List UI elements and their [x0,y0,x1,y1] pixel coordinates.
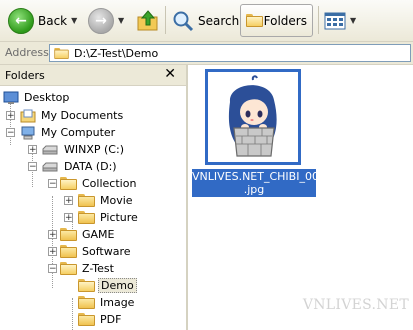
back-button[interactable]: ← Back ▼ [8,4,77,37]
views-icon [324,12,346,29]
folders-label: Folders [263,13,307,28]
views-button[interactable]: ▼ [324,4,356,37]
collapse-icon[interactable]: − [6,128,15,138]
folder-icon [60,177,77,190]
expand-icon[interactable]: + [28,145,37,155]
toolbar-separator [165,6,166,34]
folders-icon [246,14,263,27]
desktop-icon [3,91,19,104]
tree-label: Picture [100,211,138,224]
tree-label: My Documents [41,109,124,122]
toolbar-separator [318,6,319,34]
forward-dropdown-icon[interactable]: ▼ [118,16,124,25]
tree-label: WINXP (C:) [64,143,124,156]
chibi-image [228,75,277,157]
tree-label: Z-Test [82,262,114,275]
tree-label: Demo [98,278,137,293]
tree-item-pdf[interactable]: PDF [78,311,123,328]
search-button[interactable]: Search [172,4,239,37]
tree-label: DATA (D:) [64,160,117,173]
expand-icon[interactable]: + [48,247,57,257]
tree-line [72,298,73,330]
forward-arrow-icon: → [88,7,114,34]
address-label: Address [5,46,49,59]
search-label: Search [198,13,240,28]
folder-icon [60,228,77,241]
tree-item-my-computer[interactable]: My Computer [20,124,117,141]
folder-icon [78,194,95,207]
tree-item-picture[interactable]: Picture [78,209,140,226]
tree-label: Collection [82,177,137,190]
tree-label: My Computer [41,126,116,139]
folders-pane: Folders ✕ Desktop + My Documents − My Co… [0,65,188,330]
search-icon [173,11,194,31]
expand-icon[interactable]: + [64,196,73,206]
back-arrow-icon: ← [8,7,34,34]
tree-line [52,196,53,288]
address-bar: Address D:\Z-Test\Demo [0,42,413,65]
tree-item-movie[interactable]: Movie [78,192,135,209]
views-dropdown-icon[interactable]: ▼ [350,16,356,25]
tree-label: Image [100,296,135,309]
tree-item-desktop[interactable]: Desktop [3,89,71,106]
back-label: Back [38,13,68,28]
tree-label: Software [82,245,131,258]
tree-item-z-test[interactable]: Z-Test [60,260,116,277]
watermark: VNLIVES.NET [302,297,409,313]
tree-label: PDF [100,313,122,326]
tree-item-software[interactable]: Software [60,243,133,260]
tree-label: Desktop [24,91,70,104]
folder-icon [78,279,95,292]
expand-icon[interactable]: + [48,230,57,240]
folders-pane-header: Folders ✕ [0,65,186,86]
file-name-line2: .jpg [243,183,265,196]
folder-icon [78,211,95,224]
file-thumbnail[interactable] [205,69,301,165]
folder-icon [78,296,95,309]
folders-pane-title: Folders [5,69,45,82]
tree-item-my-documents[interactable]: My Documents [20,107,125,124]
drive-icon [42,145,58,154]
file-list: VNLIVES.NET_CHIBI_001 .jpg VNLIVES.NET [190,65,413,330]
up-folder-icon [137,9,158,30]
expand-icon[interactable]: + [64,213,73,223]
tree-item-data[interactable]: DATA (D:) [41,158,119,175]
collapse-icon[interactable]: − [28,162,37,172]
tree-label: Movie [100,194,133,207]
file-name-line1: VNLIVES.NET_CHIBI_001 [192,170,326,183]
tree-item-game[interactable]: GAME [60,226,117,243]
up-folder-button[interactable] [136,4,160,37]
file-name[interactable]: VNLIVES.NET_CHIBI_001 .jpg [192,169,326,197]
my-documents-icon [20,109,36,122]
drive-icon [42,162,58,171]
back-dropdown-icon[interactable]: ▼ [71,16,77,25]
toolbar: ← Back ▼ → ▼ Search Folders ▼ [0,0,413,42]
address-value: D:\Z-Test\Demo [74,46,159,60]
address-field[interactable]: D:\Z-Test\Demo [49,44,411,62]
my-computer-icon [21,126,35,139]
tree-line [10,103,11,145]
collapse-icon[interactable]: − [48,264,57,274]
collapse-icon[interactable]: − [48,179,57,189]
tree-label: GAME [82,228,115,241]
tree-item-winxp[interactable]: WINXP (C:) [41,141,126,158]
close-icon[interactable]: ✕ [164,66,176,82]
tree-item-demo[interactable]: Demo [78,277,137,294]
folder-icon [78,313,95,326]
folder-icon [60,262,77,275]
expand-icon[interactable]: + [6,111,15,121]
tree-item-collection[interactable]: Collection [60,175,138,192]
folders-button[interactable]: Folders [240,4,313,37]
address-folder-icon [54,47,69,59]
tree-item-image[interactable]: Image [78,294,136,311]
folder-icon [60,245,77,258]
forward-button[interactable]: → ▼ [88,4,124,37]
